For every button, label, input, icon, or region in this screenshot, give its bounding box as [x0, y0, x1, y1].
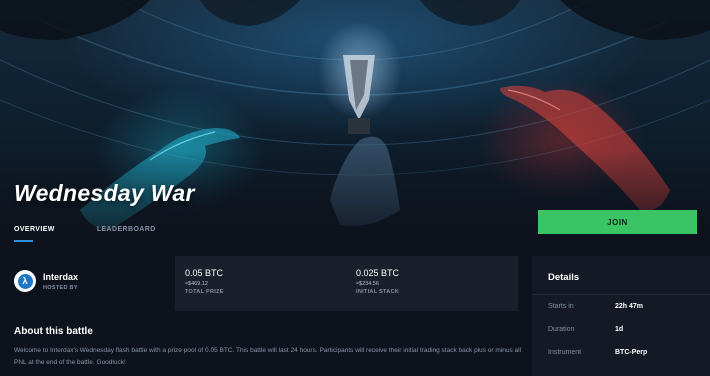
about-text: Welcome to Interdax's Wednesday flash ba…	[14, 347, 522, 366]
battle-title: Wednesday War	[14, 180, 195, 206]
details-divider	[532, 294, 710, 295]
detail-label: Instrument	[548, 349, 582, 356]
tab-overview[interactable]: OVERVIEW	[14, 226, 55, 242]
details-panel: Details Starts in 22h 47m Duration 1d In…	[532, 256, 710, 376]
detail-row-starts-in: Starts in 22h 47m	[548, 303, 643, 310]
detail-value: BTC-Perp	[615, 349, 648, 356]
join-button[interactable]: JOIN	[538, 210, 697, 234]
detail-value: 1d	[615, 326, 624, 333]
interdax-logo-icon: λ	[14, 270, 36, 292]
detail-label: Starts in	[548, 303, 574, 310]
initial-stack-usd: ≈$234.56	[356, 281, 379, 287]
stats-panel: 0.05 BTC ≈$469.12 TOTAL PRIZE 0.025 BTC …	[175, 256, 518, 311]
details-title: Details	[548, 272, 580, 283]
total-prize-stat: 0.05 BTC ≈$469.12 TOTAL PRIZE	[185, 268, 224, 295]
total-prize-label: TOTAL PRIZE	[185, 289, 224, 295]
tab-leaderboard[interactable]: LEADERBOARD	[97, 226, 156, 242]
total-prize-value: 0.05 BTC	[185, 268, 224, 278]
detail-row-instrument: Instrument BTC-Perp	[548, 349, 647, 356]
initial-stack-label: INITIAL STACK	[356, 289, 400, 295]
about-title: About this battle	[14, 326, 93, 337]
host-name: Interdax	[43, 271, 79, 282]
initial-stack-value: 0.025 BTC	[356, 268, 400, 278]
hosted-by-label: HOSTED BY	[43, 284, 78, 291]
host-logo-glyph: λ	[17, 273, 33, 289]
initial-stack-stat: 0.025 BTC ≈$234.56 INITIAL STACK	[356, 268, 399, 295]
tab-bar: OVERVIEW LEADERBOARD	[14, 226, 156, 242]
total-prize-usd: ≈$469.12	[185, 281, 208, 287]
host-info: λ Interdax HOSTED BY	[14, 270, 78, 292]
detail-label: Duration	[548, 326, 575, 333]
detail-row-duration: Duration 1d	[548, 326, 623, 333]
detail-value: 22h 47m	[615, 303, 644, 310]
